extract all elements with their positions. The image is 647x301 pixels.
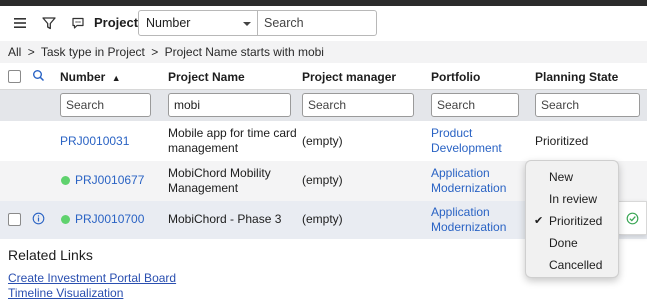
timeline-visualization-link[interactable]: Timeline Visualization	[8, 286, 123, 300]
chat-bubble-icon[interactable]	[67, 12, 89, 34]
filter-project-name-input[interactable]	[168, 93, 291, 117]
portfolio-link[interactable]: Application Modernization	[431, 166, 506, 196]
breadcrumb-all[interactable]: All	[8, 45, 21, 59]
table-header-row: Number ▲ Project Name Project manager Po…	[0, 63, 647, 90]
info-icon[interactable]	[32, 212, 45, 228]
column-header-planning-state[interactable]: Planning State	[535, 70, 618, 84]
check-circle-icon[interactable]	[626, 212, 639, 228]
inline-edit-panel	[619, 201, 647, 235]
filter-portfolio-input[interactable]	[431, 93, 519, 117]
select-all-checkbox[interactable]	[8, 70, 21, 83]
related-links-heading: Related Links	[8, 247, 93, 263]
list-search-input[interactable]	[257, 10, 377, 36]
funnel-icon[interactable]	[38, 12, 60, 34]
hamburger-icon[interactable]	[9, 12, 31, 34]
dropdown-option-done[interactable]: Done	[549, 236, 578, 250]
column-filter-row	[0, 90, 647, 121]
project-name: MobiChord Mobility Management	[168, 166, 271, 195]
breadcrumb-separator: >	[27, 45, 35, 59]
project-name: MobiChord - Phase 3	[168, 212, 282, 226]
project-number-link[interactable]: PRJ0010700	[75, 212, 144, 227]
planning-state-dropdown: New In review ✔ Prioritized Done Cancell…	[525, 160, 619, 278]
search-field-select[interactable]: Number	[138, 10, 258, 36]
breadcrumb-separator: >	[151, 45, 159, 59]
column-header-project-manager[interactable]: Project manager	[302, 70, 396, 84]
list-toolbar: Projects Number	[0, 6, 647, 40]
checkmark-icon: ✔	[534, 215, 544, 227]
status-dot	[61, 215, 70, 224]
breadcrumb-project-name-filter[interactable]: Project Name starts with mobi	[165, 45, 324, 59]
project-manager: (empty)	[302, 212, 343, 226]
dropdown-option-cancelled[interactable]: Cancelled	[549, 258, 602, 272]
search-field-select-value: Number	[146, 16, 191, 30]
project-manager: (empty)	[302, 134, 343, 148]
table-row: PRJ0010031 Mobile app for time card mana…	[0, 121, 647, 161]
breadcrumb: All > Task type in Project > Project Nam…	[0, 41, 647, 63]
chevron-down-icon	[243, 22, 251, 26]
filter-project-manager-input[interactable]	[302, 93, 414, 117]
filter-planning-state-input[interactable]	[535, 93, 640, 117]
portfolio-link[interactable]: Application Modernization	[431, 205, 506, 235]
project-number-link[interactable]: PRJ0010031	[60, 134, 129, 149]
filter-number-input[interactable]	[60, 93, 151, 117]
planning-state[interactable]: Prioritized	[535, 134, 588, 149]
breadcrumb-task-type[interactable]: Task type in Project	[41, 45, 145, 59]
portfolio-link[interactable]: Product Development	[431, 126, 502, 156]
project-manager: (empty)	[302, 173, 343, 187]
search-icon[interactable]	[32, 69, 45, 85]
column-header-project-name[interactable]: Project Name	[168, 70, 245, 84]
row-select-checkbox[interactable]	[8, 213, 21, 226]
sort-ascending-icon: ▲	[111, 73, 121, 83]
column-header-portfolio[interactable]: Portfolio	[431, 70, 480, 84]
create-investment-portal-board-link[interactable]: Create Investment Portal Board	[8, 271, 176, 285]
dropdown-option-in-review[interactable]: In review	[549, 192, 597, 206]
project-number-link[interactable]: PRJ0010677	[75, 173, 144, 188]
status-dot	[61, 176, 70, 185]
dropdown-option-prioritized[interactable]: Prioritized	[549, 214, 602, 228]
column-header-number[interactable]: Number ▲	[60, 70, 121, 84]
dropdown-option-new[interactable]: New	[549, 170, 573, 184]
project-name: Mobile app for time card management	[168, 126, 297, 155]
